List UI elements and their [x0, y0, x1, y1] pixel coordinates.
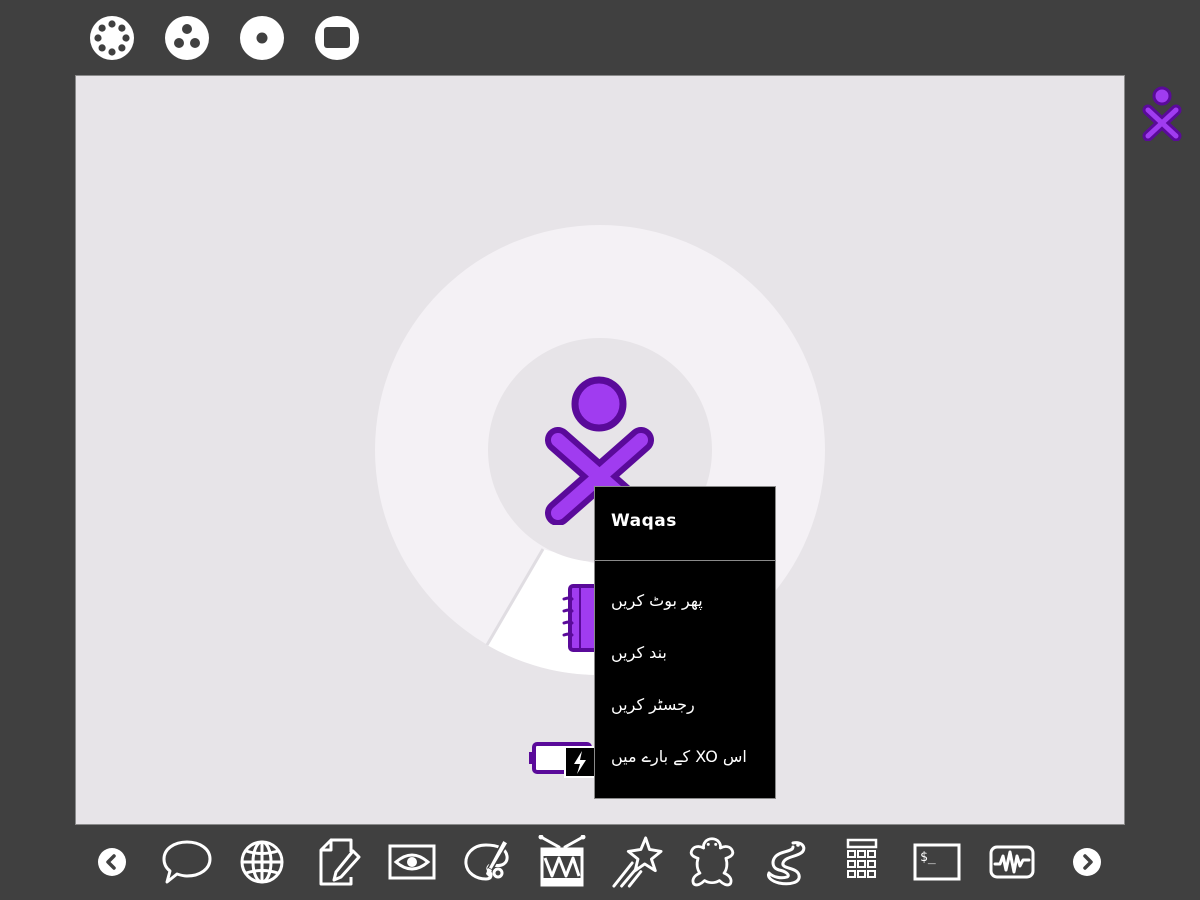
activity-paint[interactable]: [461, 836, 513, 888]
scroll-left-button[interactable]: [86, 836, 138, 888]
frame-buddy-button[interactable]: [1140, 85, 1186, 142]
journal-button[interactable]: [562, 582, 612, 652]
buddy-palette: Waqas پھر بوٹ کریں بند کریں رجسٹر کریں ا…: [594, 486, 776, 799]
palette-divider: [595, 560, 775, 561]
drum-icon: [538, 835, 586, 887]
menu-item-register[interactable]: رجسٹر کریں: [611, 690, 695, 720]
group-icon: [165, 16, 209, 60]
neighborhood-view-button[interactable]: [88, 14, 136, 62]
activity-turtle[interactable]: [686, 836, 738, 888]
paint-palette-icon: [464, 838, 510, 881]
group-view-button[interactable]: [163, 14, 211, 62]
chat-bubble-icon: [162, 840, 212, 884]
snake-icon: [767, 841, 806, 886]
svg-text:$_: $_: [920, 850, 936, 865]
home-icon: [240, 16, 284, 60]
xo-buddy-icon: [1142, 86, 1182, 142]
activity-browse[interactable]: [236, 836, 288, 888]
activity-chat[interactable]: [161, 836, 213, 888]
palette-title: Waqas: [611, 511, 677, 531]
chevron-right-icon: [1073, 848, 1101, 876]
menu-item-restart[interactable]: پھر بوٹ کریں: [611, 586, 703, 616]
calculator-icon: [846, 838, 878, 878]
menu-item-shutdown[interactable]: بند کریں: [611, 638, 667, 668]
globe-icon: [240, 840, 284, 884]
activity-record[interactable]: [386, 836, 438, 888]
activity-calculate[interactable]: [836, 836, 888, 888]
activity-view-button[interactable]: [313, 14, 361, 62]
activity-write[interactable]: [311, 836, 363, 888]
waveform-icon: [989, 845, 1035, 879]
neighborhood-icon: [90, 16, 134, 60]
activity-terminal[interactable]: $_: [911, 836, 963, 888]
home-view-button[interactable]: [238, 14, 286, 62]
menu-item-about-xo[interactable]: اس XO کے بارے میں: [611, 742, 747, 772]
sugar-desktop: Waqas پھر بوٹ کریں بند کریں رجسٹر کریں ا…: [0, 0, 1200, 900]
eye-icon: [388, 844, 436, 880]
activity-etoys[interactable]: [611, 836, 663, 888]
journal-icon: [562, 584, 612, 652]
battery-charging-icon: [529, 742, 596, 778]
turtle-icon: [689, 837, 735, 887]
scroll-right-button[interactable]: [1061, 836, 1113, 888]
activity-window-icon: [315, 16, 359, 60]
activity-pippy[interactable]: [761, 836, 813, 888]
shooting-star-icon: [612, 836, 663, 888]
write-document-icon: [319, 838, 361, 886]
terminal-icon: $_: [913, 843, 961, 881]
activity-measure[interactable]: [986, 836, 1038, 888]
activity-tamtam[interactable]: [536, 835, 588, 888]
battery-button[interactable]: [528, 740, 596, 780]
chevron-left-icon: [98, 848, 126, 876]
